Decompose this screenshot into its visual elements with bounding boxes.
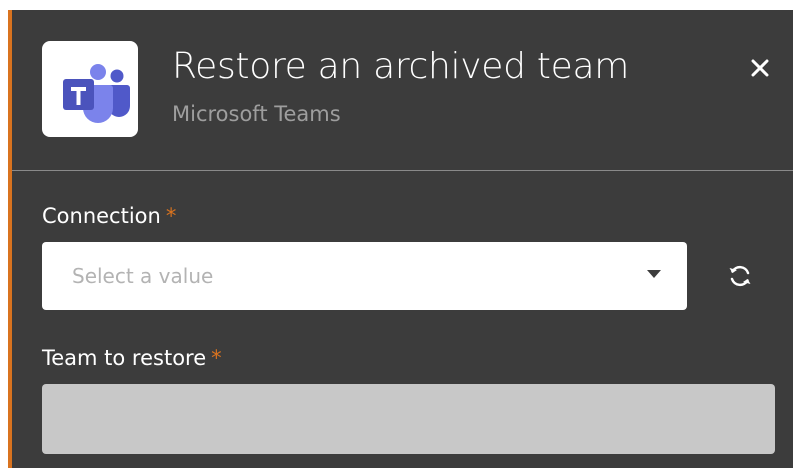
- required-marker: *: [165, 204, 177, 228]
- microsoft-teams-logo-icon: [42, 41, 138, 137]
- action-config-panel: Restore an archived team Microsoft Teams…: [8, 10, 793, 468]
- refresh-connections-button[interactable]: [726, 262, 754, 290]
- header-divider: [12, 170, 793, 171]
- team-to-restore-label: Team to restore *: [42, 344, 222, 372]
- team-to-restore-input[interactable]: [42, 384, 775, 454]
- connection-label: Connection *: [42, 202, 176, 230]
- panel-header: Restore an archived team Microsoft Teams: [12, 10, 793, 170]
- dialog-title: Restore an archived team: [172, 46, 629, 87]
- connection-select-placeholder: Select a value: [72, 264, 214, 288]
- required-marker: *: [211, 346, 222, 370]
- connection-label-text: Connection: [42, 204, 161, 228]
- refresh-icon: [729, 265, 751, 287]
- close-icon: [751, 59, 769, 77]
- caret-down-icon: [647, 270, 661, 278]
- app-name: Microsoft Teams: [172, 102, 341, 126]
- team-to-restore-label-text: Team to restore: [42, 346, 207, 370]
- connection-select[interactable]: Select a value: [42, 242, 687, 310]
- close-button[interactable]: [742, 50, 778, 86]
